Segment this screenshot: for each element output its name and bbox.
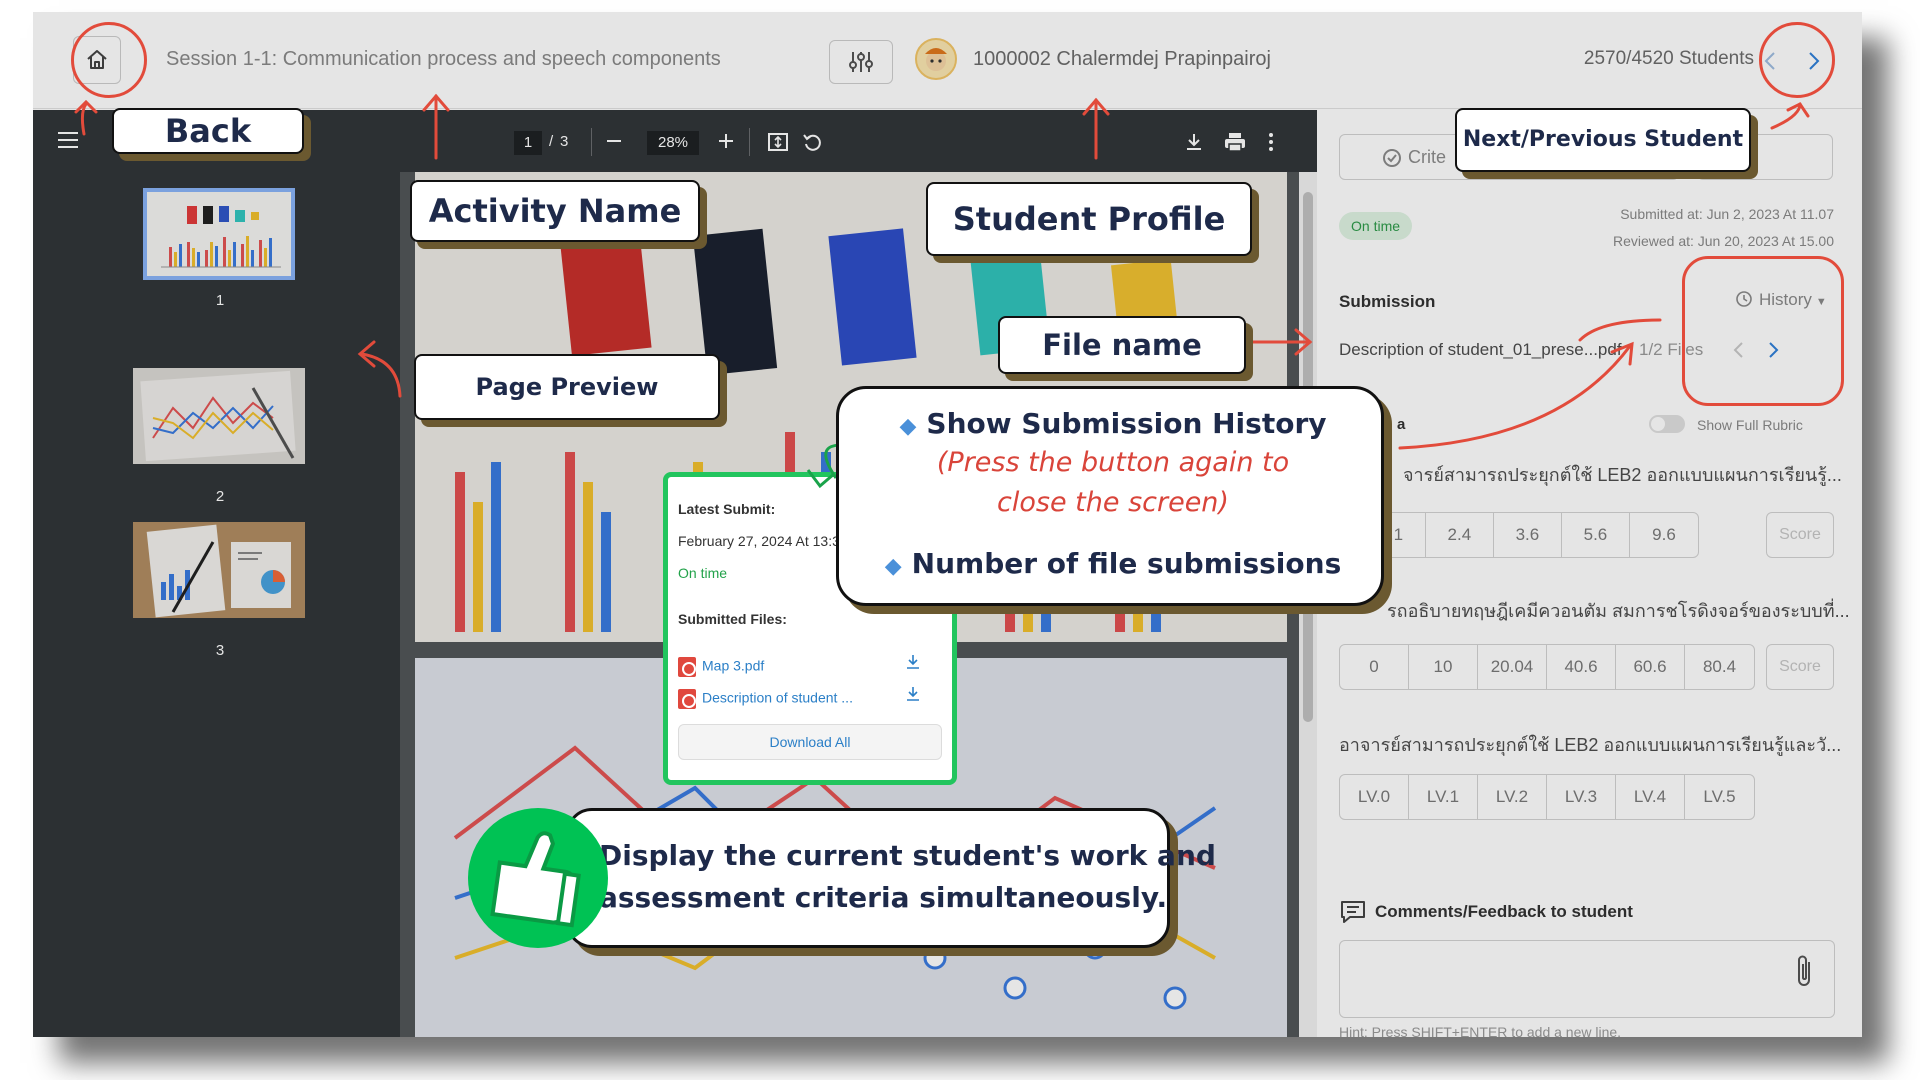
callout-student-profile: Student Profile bbox=[926, 182, 1252, 256]
callout-history: ◆ Show Submission History (Press the butt… bbox=[836, 386, 1384, 606]
nav-highlight bbox=[1759, 22, 1835, 98]
thumbs-up-icon bbox=[468, 808, 608, 948]
callout-display-line-1: Display the current student's work and bbox=[599, 839, 1216, 872]
history-highlight bbox=[1682, 256, 1844, 406]
diamond-bullet-icon: ◆ bbox=[899, 414, 917, 439]
callout-back: Back bbox=[112, 108, 304, 154]
callout-page-preview: Page Preview bbox=[414, 354, 720, 420]
callout-display: Display the current student's work and a… bbox=[566, 808, 1216, 948]
back-highlight bbox=[71, 22, 147, 98]
callout-history-title: Show Submission History bbox=[926, 407, 1327, 440]
callout-file-count: Number of file submissions bbox=[911, 547, 1342, 580]
callout-history-note-1: (Press the button again to bbox=[936, 447, 1290, 478]
callout-next-prev: Next/Previous Student bbox=[1455, 108, 1751, 172]
annotated-screenshot: Session 1-1: Communication process and s… bbox=[0, 0, 1920, 1080]
callout-file-name: File name bbox=[998, 316, 1246, 374]
diamond-bullet-icon: ◆ bbox=[884, 554, 902, 579]
callout-activity-name: Activity Name bbox=[410, 180, 700, 242]
callout-history-note-2: close the screen) bbox=[997, 487, 1229, 518]
callout-display-line-2: assessment criteria simultaneously. bbox=[599, 881, 1168, 914]
